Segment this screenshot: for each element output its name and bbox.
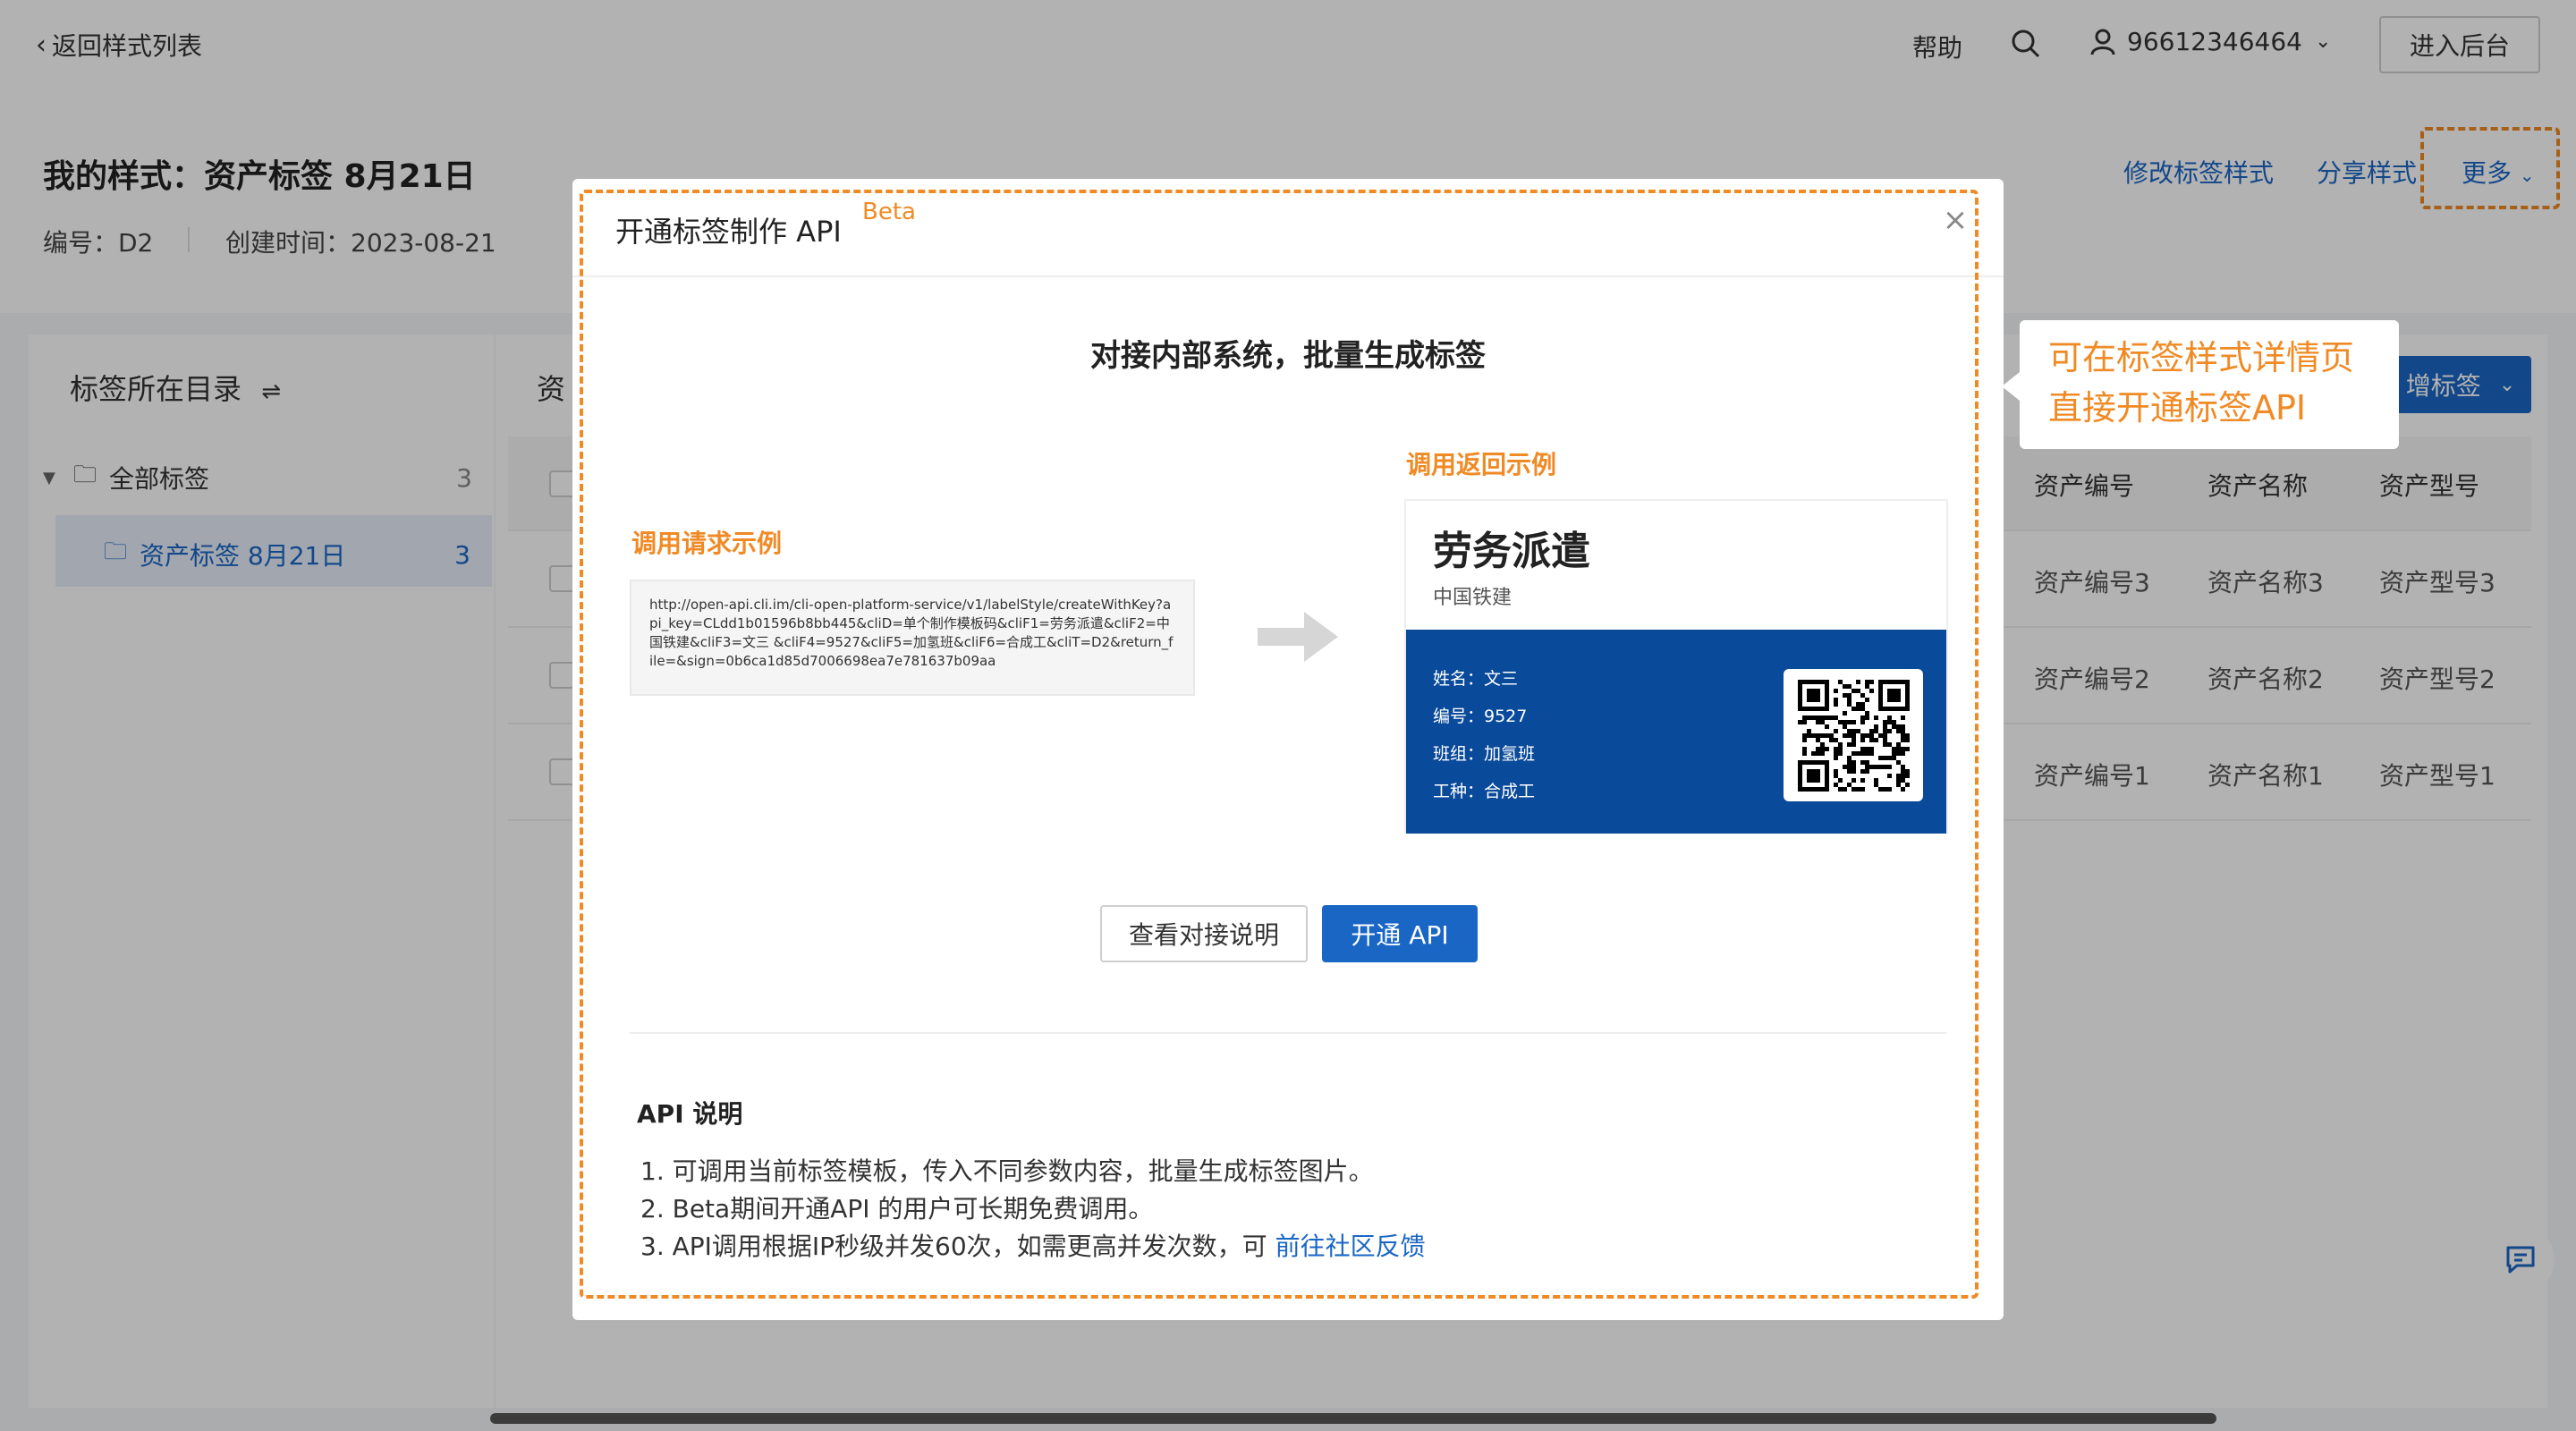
callout-line: 直接开通标签API [2048,388,2307,428]
callout-tip: 可在标签样式详情页 直接开通标签API [2020,320,2399,449]
modal-highlight [580,190,1979,1299]
api-modal: 开通标签制作 API Beta × 对接内部系统，批量生成标签 调用请求示例 h… [572,179,2004,1320]
callout-pointer [2002,372,2020,401]
callout-line: 可在标签样式详情页 [2048,338,2355,377]
